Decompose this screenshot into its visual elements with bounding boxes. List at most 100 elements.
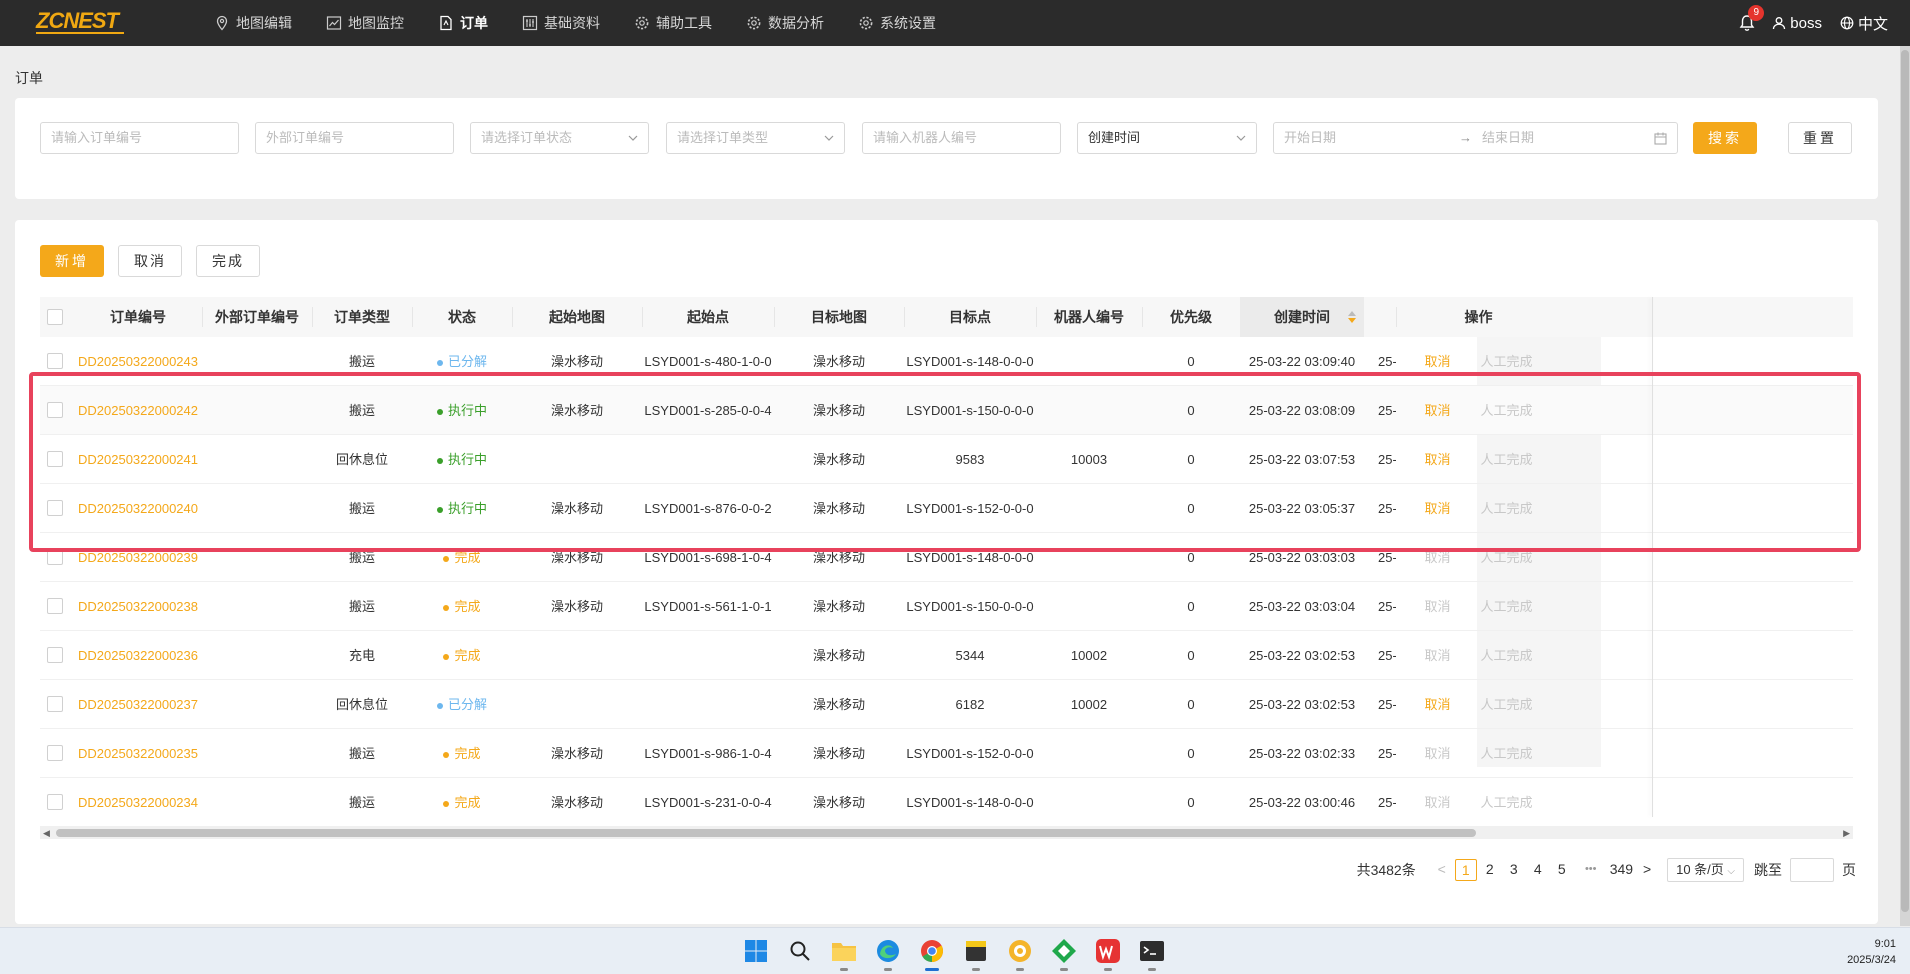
row-manual-complete-link[interactable]: 人工完成 bbox=[1481, 795, 1533, 810]
edge-browser-icon[interactable] bbox=[872, 935, 904, 971]
page-2[interactable]: 2 bbox=[1479, 859, 1501, 881]
page-5[interactable]: 5 bbox=[1551, 859, 1573, 881]
row-manual-complete-link[interactable]: 人工完成 bbox=[1481, 452, 1533, 467]
language-switch[interactable]: 中文 bbox=[1840, 13, 1888, 34]
sort-icon[interactable] bbox=[1348, 311, 1356, 323]
row-manual-complete-link[interactable]: 人工完成 bbox=[1481, 403, 1533, 418]
page-scrollbar-thumb[interactable] bbox=[1901, 50, 1909, 912]
table-row[interactable]: DD20250322000239 搬运 完成 澡水移动 LSYD001-s-698-1-… bbox=[40, 533, 1853, 582]
type-select[interactable]: 请选择订单类型 bbox=[666, 122, 845, 154]
complete-orders-button[interactable]: 完成 bbox=[196, 245, 260, 277]
row-cancel-link[interactable]: 取消 bbox=[1424, 648, 1450, 663]
table-row[interactable]: DD20250322000237 回休息位 已分解 澡水移动 6182 10002 0 25-… bbox=[40, 680, 1853, 729]
chrome-browser-icon[interactable] bbox=[916, 935, 948, 971]
scroll-left-arrow-icon[interactable]: ◀ bbox=[43, 827, 50, 839]
order-number-link[interactable]: DD20250322000235 bbox=[78, 746, 198, 761]
row-manual-complete-link[interactable]: 人工完成 bbox=[1481, 501, 1533, 516]
user-menu[interactable]: boss bbox=[1772, 15, 1822, 32]
row-checkbox[interactable] bbox=[47, 549, 63, 565]
page-4[interactable]: 4 bbox=[1527, 859, 1549, 881]
order-number-input[interactable]: 请输入订单编号 bbox=[40, 122, 239, 154]
page-size-select[interactable]: 10 条/页 ⌵ bbox=[1667, 858, 1744, 882]
file-explorer-icon[interactable] bbox=[828, 935, 860, 971]
wps-icon[interactable] bbox=[1092, 935, 1124, 971]
table-row[interactable]: DD20250322000240 搬运 执行中 澡水移动 LSYD001-s-876-0… bbox=[40, 484, 1853, 533]
nav-item-map-monitor[interactable]: 地图监控 bbox=[326, 0, 404, 46]
nav-item-analytics[interactable]: 数据分析 bbox=[746, 0, 824, 46]
row-cancel-link[interactable]: 取消 bbox=[1424, 403, 1450, 418]
row-cancel-link[interactable]: 取消 bbox=[1424, 501, 1450, 516]
nav-item-orders[interactable]: 订单 bbox=[438, 0, 488, 46]
page-1[interactable]: 1 bbox=[1454, 859, 1477, 881]
nav-item-tools[interactable]: 辅助工具 bbox=[634, 0, 712, 46]
external-order-input[interactable]: 外部订单编号 bbox=[255, 122, 454, 154]
next-page-button[interactable]: > bbox=[1636, 859, 1658, 881]
row-cancel-link[interactable]: 取消 bbox=[1424, 599, 1450, 614]
row-cancel-link[interactable]: 取消 bbox=[1424, 746, 1450, 761]
system-clock[interactable]: 9:01 2025/3/24 bbox=[1847, 936, 1896, 968]
row-manual-complete-link[interactable]: 人工完成 bbox=[1481, 354, 1533, 369]
date-range-picker[interactable]: 开始日期 → 结束日期 bbox=[1273, 122, 1678, 154]
page-scrollbar[interactable] bbox=[1900, 46, 1910, 926]
search-button[interactable]: 搜索 bbox=[1693, 122, 1757, 154]
order-number-link[interactable]: DD20250322000240 bbox=[78, 501, 198, 516]
table-row[interactable]: DD20250322000243 搬运 已分解 澡水移动 LSYD001-s-480-1… bbox=[40, 337, 1853, 386]
order-number-link[interactable]: DD20250322000238 bbox=[78, 599, 198, 614]
row-checkbox[interactable] bbox=[47, 353, 63, 369]
row-manual-complete-link[interactable]: 人工完成 bbox=[1481, 550, 1533, 565]
row-checkbox[interactable] bbox=[47, 696, 63, 712]
table-row[interactable]: DD20250322000234 搬运 完成 澡水移动 LSYD001-s-231-0-… bbox=[40, 778, 1853, 827]
table-row[interactable]: DD20250322000238 搬运 完成 澡水移动 LSYD001-s-561-1-… bbox=[40, 582, 1853, 631]
app-icon[interactable] bbox=[1048, 935, 1080, 971]
order-number-link[interactable]: DD20250322000241 bbox=[78, 452, 198, 467]
table-row[interactable]: DD20250322000241 回休息位 执行中 澡水移动 9583 10003 0 25-… bbox=[40, 435, 1853, 484]
time-field-select[interactable]: 创建时间 bbox=[1077, 122, 1257, 154]
row-manual-complete-link[interactable]: 人工完成 bbox=[1481, 746, 1533, 761]
row-manual-complete-link[interactable]: 人工完成 bbox=[1481, 599, 1533, 614]
scroll-right-arrow-icon[interactable]: ▶ bbox=[1843, 827, 1850, 839]
nav-item-map-edit[interactable]: 地图编辑 bbox=[214, 0, 292, 46]
notification-bell[interactable]: 9 bbox=[1738, 5, 1765, 32]
table-horizontal-scrollbar[interactable]: ◀ ▶ bbox=[40, 827, 1853, 839]
search-icon[interactable] bbox=[784, 935, 816, 967]
row-checkbox[interactable] bbox=[47, 598, 63, 614]
order-number-link[interactable]: DD20250322000243 bbox=[78, 354, 198, 369]
nav-item-basic-data[interactable]: 基础资料 bbox=[522, 0, 600, 46]
order-number-link[interactable]: DD20250322000242 bbox=[78, 403, 198, 418]
select-all-checkbox[interactable] bbox=[47, 309, 63, 325]
row-manual-complete-link[interactable]: 人工完成 bbox=[1481, 697, 1533, 712]
order-number-link[interactable]: DD20250322000234 bbox=[78, 795, 198, 810]
page-last[interactable]: 349 bbox=[1609, 859, 1634, 881]
prev-page-button[interactable]: < bbox=[1431, 859, 1453, 881]
order-number-link[interactable]: DD20250322000237 bbox=[78, 697, 198, 712]
horizontal-scrollbar-thumb[interactable] bbox=[56, 829, 1476, 837]
cancel-orders-button[interactable]: 取消 bbox=[118, 245, 182, 277]
column-header-created-time[interactable]: 创建时间 bbox=[1240, 297, 1364, 337]
terminal-icon[interactable] bbox=[1136, 935, 1168, 971]
order-number-link[interactable]: DD20250322000239 bbox=[78, 550, 198, 565]
row-cancel-link[interactable]: 取消 bbox=[1424, 354, 1450, 369]
reset-button[interactable]: 重置 bbox=[1788, 122, 1852, 154]
row-checkbox[interactable] bbox=[47, 745, 63, 761]
row-checkbox[interactable] bbox=[47, 500, 63, 516]
table-row[interactable]: DD20250322000236 充电 完成 澡水移动 5344 10002 0 25-03-… bbox=[40, 631, 1853, 680]
row-checkbox[interactable] bbox=[47, 647, 63, 663]
status-select[interactable]: 请选择订单状态 bbox=[470, 122, 649, 154]
add-order-button[interactable]: 新增 bbox=[40, 245, 104, 277]
row-cancel-link[interactable]: 取消 bbox=[1424, 452, 1450, 467]
windows-start-icon[interactable] bbox=[740, 935, 772, 967]
row-checkbox[interactable] bbox=[47, 402, 63, 418]
app-icon[interactable] bbox=[1004, 935, 1036, 971]
table-row[interactable]: DD20250322000242 搬运 执行中 澡水移动 LSYD001-s-285-0… bbox=[40, 386, 1853, 435]
row-cancel-link[interactable]: 取消 bbox=[1424, 550, 1450, 565]
nav-item-settings[interactable]: 系统设置 bbox=[858, 0, 936, 46]
jump-page-input[interactable] bbox=[1790, 858, 1834, 882]
page-3[interactable]: 3 bbox=[1503, 859, 1525, 881]
robot-number-input[interactable]: 请输入机器人编号 bbox=[862, 122, 1061, 154]
page-ellipsis[interactable]: ••• bbox=[1580, 859, 1602, 881]
row-checkbox[interactable] bbox=[47, 794, 63, 810]
row-cancel-link[interactable]: 取消 bbox=[1424, 795, 1450, 810]
row-manual-complete-link[interactable]: 人工完成 bbox=[1481, 648, 1533, 663]
table-row[interactable]: DD20250322000235 搬运 完成 澡水移动 LSYD001-s-986-1-… bbox=[40, 729, 1853, 778]
sticky-notes-icon[interactable] bbox=[960, 935, 992, 971]
